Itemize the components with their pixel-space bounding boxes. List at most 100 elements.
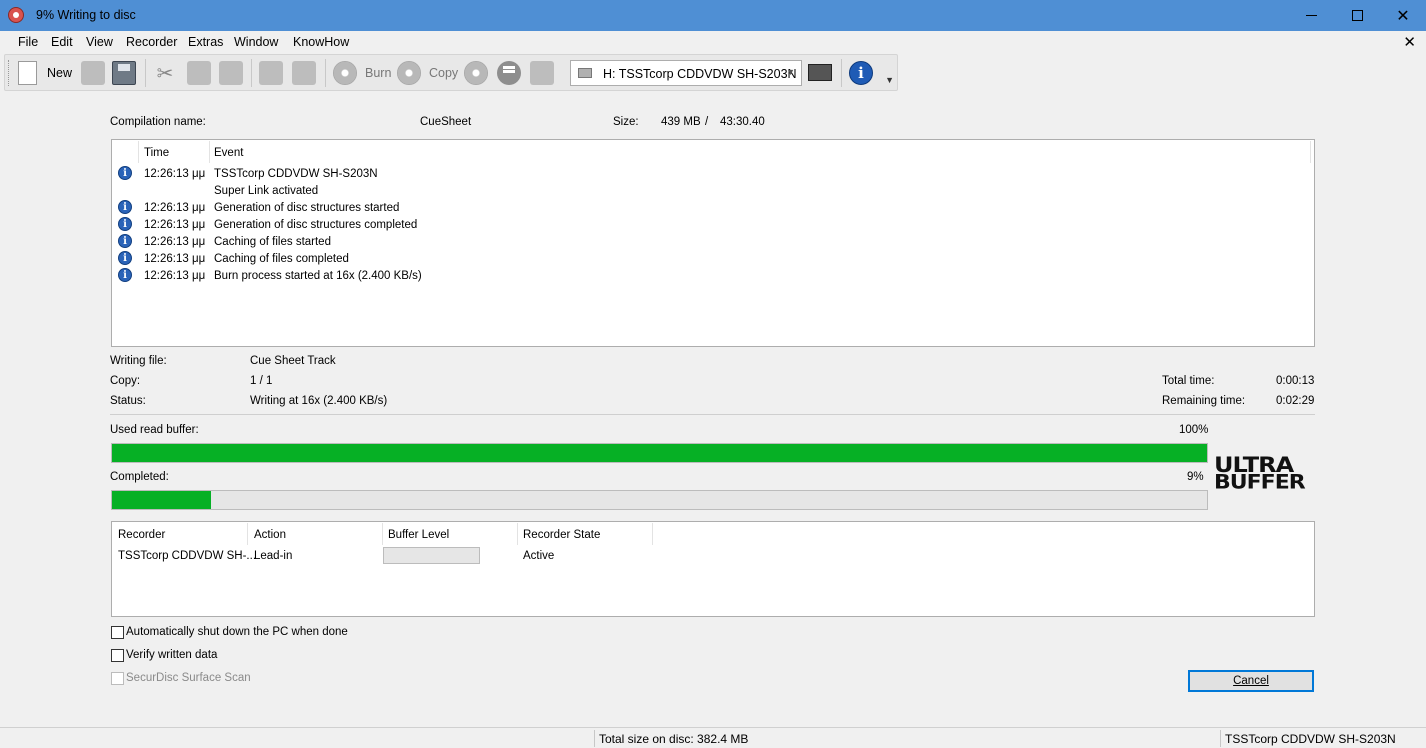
- divider: [110, 414, 1315, 415]
- statusbar-divider: [594, 730, 595, 747]
- disc-info-icon[interactable]: [464, 61, 488, 85]
- read-buffer-progress-fill: [112, 444, 1207, 462]
- total-size-status: Total size on disc: 382.4 MB: [599, 732, 749, 746]
- shutdown-checkbox-label[interactable]: Automatically shut down the PC when done: [126, 626, 348, 638]
- column-divider: [382, 523, 383, 545]
- total-time-label: Total time:: [1162, 375, 1215, 387]
- size-separator: /: [705, 116, 709, 128]
- size-label: Size:: [613, 116, 639, 128]
- toolbar-grip[interactable]: [8, 60, 11, 86]
- minimize-icon: [1305, 15, 1317, 16]
- toolbar: New ✂ Burn Copy H: TSSTcorp CDDVDW SH-S2…: [4, 54, 898, 91]
- new-button-label[interactable]: New: [47, 66, 72, 80]
- menu-view[interactable]: View: [86, 35, 113, 49]
- menu-edit[interactable]: Edit: [51, 35, 73, 49]
- menu-window[interactable]: Window: [234, 35, 278, 49]
- drive-select[interactable]: H: TSSTcorp CDDVDW SH-S203N ▼: [570, 60, 802, 86]
- log-row-event: Caching of files started: [214, 236, 331, 248]
- log-row-time: 12:26:13 μμ: [144, 202, 206, 214]
- log-row-time: 12:26:13 μμ: [144, 236, 206, 248]
- completed-label: Completed:: [110, 471, 169, 483]
- info-icon: i: [118, 200, 132, 214]
- log-row-time: 12:26:13 μμ: [144, 253, 206, 265]
- cancel-button[interactable]: Cancel: [1188, 670, 1314, 692]
- verify-checkbox-label[interactable]: Verify written data: [126, 649, 217, 661]
- nero-burning-rom-window: 9% Writing to disc ✕ File Edit View Reco…: [0, 0, 1426, 748]
- ultrabuffer-logo: ULTRA BUFFER: [1214, 454, 1314, 496]
- log-col-time[interactable]: Time: [144, 147, 169, 159]
- log-row-event: Super Link activated: [214, 185, 319, 197]
- paste-icon[interactable]: [219, 61, 243, 85]
- copy-icon[interactable]: [187, 61, 211, 85]
- menu-knowhow[interactable]: KnowHow: [293, 35, 349, 49]
- drive-icon: [578, 68, 592, 78]
- toolbar-separator: [145, 59, 146, 87]
- read-buffer-percent: 100%: [1179, 424, 1209, 436]
- status-value: Writing at 16x (2.400 KB/s): [250, 395, 388, 407]
- info-icon[interactable]: i: [849, 61, 873, 85]
- log-row-event: Generation of disc structures started: [214, 202, 400, 214]
- choose-recorder-icon[interactable]: [808, 64, 832, 81]
- chevron-down-icon: ▼: [786, 67, 795, 77]
- compilation-properties-icon[interactable]: [259, 61, 283, 85]
- compilation-name-label: Compilation name:: [110, 116, 206, 128]
- recorder-buffer-level: [383, 547, 480, 564]
- log-col-event[interactable]: Event: [214, 147, 243, 159]
- log-row-event: Generation of disc structures completed: [214, 219, 418, 231]
- menu-extras[interactable]: Extras: [188, 35, 223, 49]
- status-bar: Total size on disc: 382.4 MB TSSTcorp CD…: [0, 727, 1426, 748]
- completed-progress: [111, 490, 1208, 510]
- rec-col-state[interactable]: Recorder State: [523, 529, 600, 541]
- writing-file-value: Cue Sheet Track: [250, 355, 336, 367]
- close-button[interactable]: ✕: [1380, 0, 1426, 31]
- statusbar-divider: [1220, 730, 1221, 747]
- close-icon: ✕: [1396, 7, 1410, 25]
- column-divider: [138, 141, 139, 163]
- menu-bar: File Edit View Recorder Extras Window Kn…: [0, 31, 1426, 53]
- shutdown-checkbox[interactable]: [111, 626, 124, 639]
- burn-button-label[interactable]: Burn: [365, 66, 391, 80]
- column-divider: [652, 523, 653, 545]
- column-divider: [209, 141, 210, 163]
- recorder-row-action: Lead-in: [254, 550, 293, 562]
- minimize-button[interactable]: [1288, 0, 1334, 31]
- read-buffer-progress: [111, 443, 1208, 463]
- burn-settings-icon[interactable]: [292, 61, 316, 85]
- new-document-icon[interactable]: [18, 61, 37, 85]
- burn-icon[interactable]: [333, 61, 357, 85]
- save-icon[interactable]: [112, 61, 136, 85]
- erase-disc-icon[interactable]: [530, 61, 554, 85]
- info-icon: i: [118, 217, 132, 231]
- eject-icon[interactable]: [497, 61, 521, 85]
- open-icon[interactable]: [81, 61, 105, 85]
- rec-col-action[interactable]: Action: [254, 529, 286, 541]
- maximize-button[interactable]: [1334, 0, 1380, 31]
- status-label: Status:: [110, 395, 146, 407]
- info-icon: i: [118, 268, 132, 282]
- recorder-list[interactable]: [111, 521, 1315, 617]
- rec-col-recorder[interactable]: Recorder: [118, 529, 165, 541]
- info-icon: i: [118, 251, 132, 265]
- toolbar-separator: [841, 59, 842, 87]
- copy-value: 1 / 1: [250, 375, 273, 387]
- completed-progress-fill: [112, 491, 211, 509]
- size-time-value: 43:30.40: [720, 116, 765, 128]
- log-row-time: 12:26:13 μμ: [144, 270, 206, 282]
- info-icon: i: [118, 234, 132, 248]
- document-close-icon[interactable]: ✕: [1403, 33, 1416, 51]
- size-mb-value: 439 MB: [661, 116, 701, 128]
- log-row-event: TSSTcorp CDDVDW SH-S203N: [214, 168, 378, 180]
- copy-disc-icon[interactable]: [397, 61, 421, 85]
- cut-icon[interactable]: ✂: [153, 61, 177, 85]
- maximize-icon: [1351, 10, 1363, 21]
- copy-button-label[interactable]: Copy: [429, 66, 458, 80]
- verify-checkbox[interactable]: [111, 649, 124, 662]
- toolbar-overflow-icon[interactable]: ▼: [885, 75, 894, 85]
- rec-col-buffer[interactable]: Buffer Level: [388, 529, 449, 541]
- menu-file[interactable]: File: [18, 35, 38, 49]
- writing-file-label: Writing file:: [110, 355, 167, 367]
- menu-recorder[interactable]: Recorder: [126, 35, 177, 49]
- window-title: 9% Writing to disc: [36, 8, 136, 22]
- log-row-time: 12:26:13 μμ: [144, 219, 206, 231]
- remaining-time-label: Remaining time:: [1162, 395, 1246, 407]
